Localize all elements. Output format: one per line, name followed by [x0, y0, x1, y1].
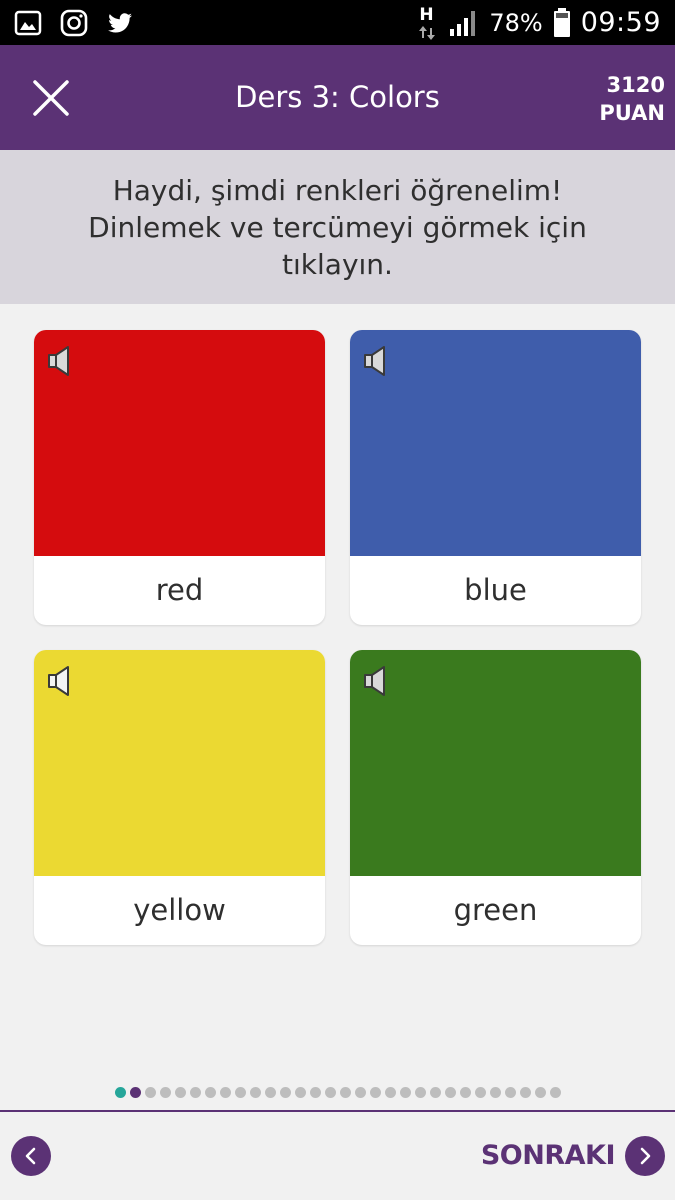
progress-dot [219, 1087, 231, 1098]
progress-dot [369, 1087, 381, 1098]
progress-dot [444, 1087, 456, 1098]
speaker-icon[interactable] [46, 344, 74, 378]
previous-button[interactable] [11, 1136, 51, 1176]
instruction-text: Haydi, şimdi renkleri öğrenelim! Dinleme… [88, 172, 587, 283]
color-label: red [155, 573, 204, 607]
battery-icon [553, 7, 570, 37]
chevron-right-icon [640, 1147, 651, 1165]
progress-dot [489, 1087, 501, 1098]
progress-dot [549, 1087, 561, 1098]
status-bar: H 78% 09:59 [0, 0, 675, 45]
instagram-icon [60, 9, 88, 36]
progress-dot [474, 1087, 486, 1098]
score-display: 3120 PUAN [599, 71, 665, 127]
color-swatch [34, 650, 325, 876]
progress-dot [384, 1087, 396, 1098]
status-bar-system: H 78% 09:59 [417, 0, 661, 45]
color-swatch [34, 330, 325, 556]
progress-dot [534, 1087, 546, 1098]
color-card-red[interactable]: red [34, 330, 325, 625]
progress-dot [189, 1087, 201, 1098]
color-label: blue [464, 573, 527, 607]
app-bar: Ders 3: Colors 3120 PUAN [0, 45, 675, 150]
progress-dot [234, 1087, 246, 1098]
color-swatch [350, 330, 641, 556]
instruction-line-2: Dinlemek ve tercümeyi görmek için [88, 210, 587, 244]
network-type-icon: H [417, 3, 439, 43]
progress-dot [459, 1087, 471, 1098]
twitter-icon [108, 12, 132, 33]
color-card-blue[interactable]: blue [350, 330, 641, 625]
progress-dot [429, 1087, 441, 1098]
progress-dot [279, 1087, 291, 1098]
progress-dot [504, 1087, 516, 1098]
speaker-icon[interactable] [362, 664, 390, 698]
progress-dot [324, 1087, 336, 1098]
progress-dot [159, 1087, 171, 1098]
lesson-progress-dots [0, 1087, 675, 1101]
network-type: H [419, 4, 434, 25]
progress-dot [129, 1087, 141, 1098]
progress-dot [354, 1087, 366, 1098]
color-label: green [453, 893, 538, 927]
instruction-line-3: tıklayın. [282, 247, 393, 281]
color-card-green[interactable]: green [350, 650, 641, 945]
progress-dot [519, 1087, 531, 1098]
instruction-line-1: Haydi, şimdi renkleri öğrenelim! [112, 173, 563, 207]
bottom-navigation: SONRAKI [0, 1112, 675, 1200]
progress-dot [264, 1087, 276, 1098]
progress-dot [399, 1087, 411, 1098]
speaker-icon[interactable] [46, 664, 74, 698]
progress-dot [414, 1087, 426, 1098]
progress-dot [294, 1087, 306, 1098]
progress-dot [144, 1087, 156, 1098]
next-button-label[interactable]: SONRAKI [481, 1136, 616, 1176]
progress-dot [339, 1087, 351, 1098]
color-card-yellow[interactable]: yellow [34, 650, 325, 945]
close-icon[interactable] [30, 77, 72, 119]
progress-dot [114, 1087, 126, 1098]
progress-dot [309, 1087, 321, 1098]
instruction-banner: Haydi, şimdi renkleri öğrenelim! Dinleme… [0, 150, 675, 304]
battery-percent: 78% [489, 8, 543, 37]
lesson-title: Ders 3: Colors [235, 80, 440, 114]
color-swatch [350, 650, 641, 876]
next-button[interactable] [625, 1136, 665, 1176]
clock: 09:59 [580, 7, 661, 38]
progress-dot [174, 1087, 186, 1098]
color-label: yellow [133, 893, 226, 927]
score-unit: PUAN [599, 101, 665, 125]
gallery-icon [14, 10, 42, 35]
progress-dot [204, 1087, 216, 1098]
data-arrows-icon [419, 25, 436, 40]
progress-dot [249, 1087, 261, 1098]
score-value: 3120 [606, 73, 665, 97]
status-bar-notifications [14, 0, 134, 45]
chevron-left-icon [25, 1147, 36, 1165]
speaker-icon[interactable] [362, 344, 390, 378]
signal-icon [450, 10, 476, 36]
